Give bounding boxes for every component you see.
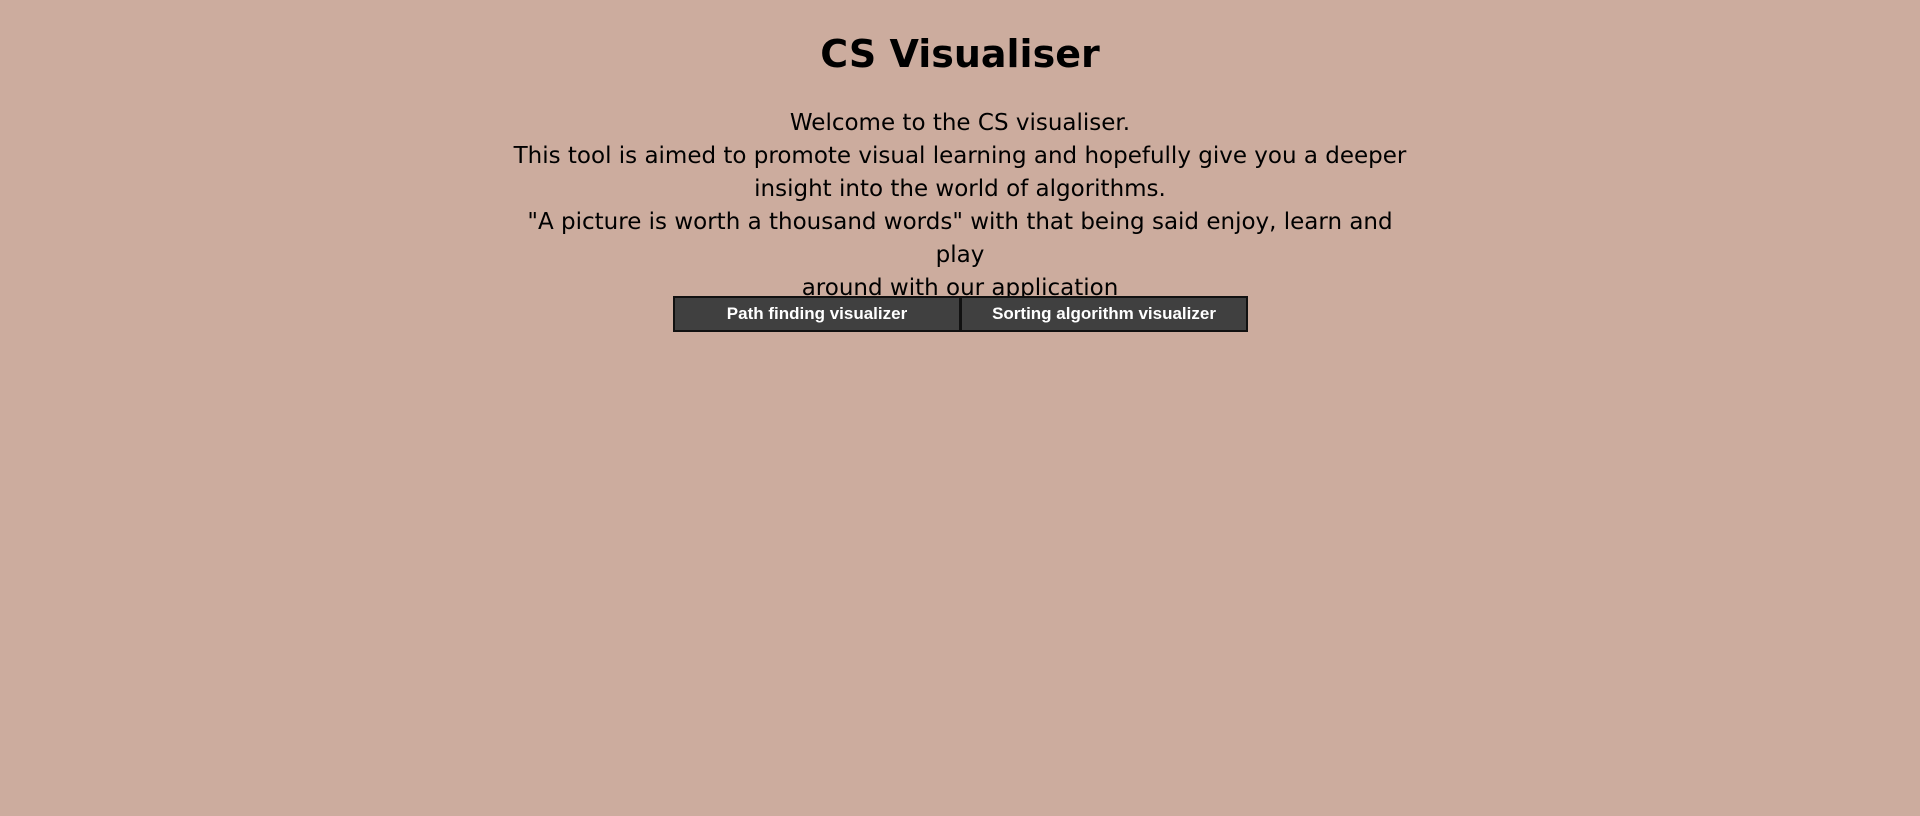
home-page: CS Visualiser Welcome to the CS visualis…	[0, 0, 1920, 816]
nav-button-row: Path finding visualizer Sorting algorith…	[673, 296, 1248, 332]
intro-line-welcome: Welcome to the CS visualiser.	[789, 110, 1131, 136]
path-finding-visualizer-button[interactable]: Path finding visualizer	[673, 296, 961, 332]
intro-line-purpose: This tool is aimed to promote visual lea…	[513, 143, 1407, 169]
page-title: CS Visualiser	[820, 32, 1100, 76]
sorting-algorithm-visualizer-button[interactable]: Sorting algorithm visualizer	[960, 296, 1248, 332]
intro-line-purpose-cont: insight into the world of algorithms.	[754, 176, 1166, 202]
intro-text: Welcome to the CS visualiser. This tool …	[510, 107, 1410, 305]
intro-line-quote: "A picture is worth a thousand words" wi…	[527, 209, 1393, 268]
